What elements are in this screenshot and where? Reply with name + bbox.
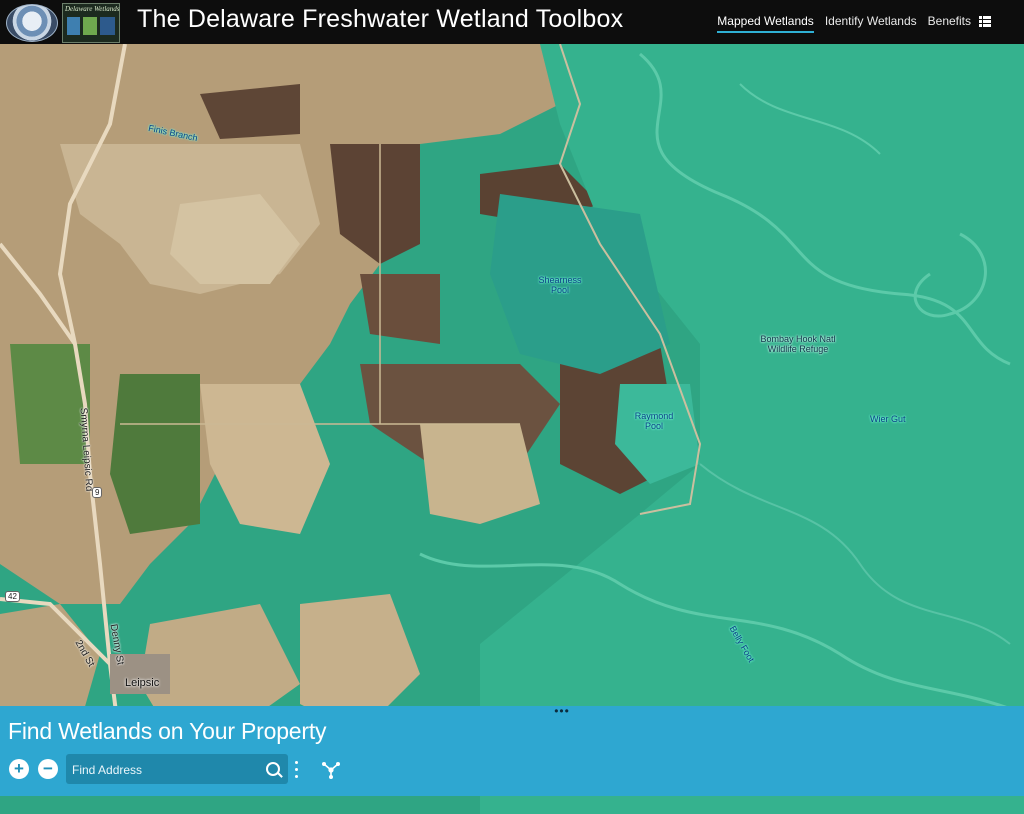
panel-title: Find Wetlands on Your Property [8, 718, 327, 744]
zoom-in-button[interactable]: + [9, 759, 29, 779]
nav-mapped-wetlands[interactable]: Mapped Wetlands [717, 14, 814, 33]
label-bombay-hook: Bombay Hook Natl Wildlife Refuge [760, 334, 836, 354]
address-search [66, 754, 288, 786]
find-address-input[interactable] [66, 754, 264, 786]
logo-tile-2 [83, 17, 97, 35]
map-view[interactable]: Finis Branch Shearness Pool Bombay Hook … [0, 44, 1024, 814]
state-seal-logo[interactable] [6, 4, 58, 42]
label-leipsic: Leipsic [125, 677, 160, 689]
label-wier-gut: Wier Gut [870, 414, 906, 424]
label-shearness-pool: Shearness Pool [538, 275, 582, 295]
logo-tile-3 [100, 17, 115, 35]
nav-identify-wetlands[interactable]: Identify Wetlands [825, 14, 917, 33]
top-nav: Mapped Wetlands Identify Wetlands Benefi… [717, 14, 971, 33]
search-icon[interactable] [266, 762, 280, 776]
share-location-icon[interactable] [321, 761, 341, 779]
route-42-shield: 42 [5, 591, 20, 602]
page-title: The Delaware Freshwater Wetland Toolbox [137, 5, 624, 33]
route-9-shield: 9 [92, 487, 103, 498]
nav-benefits[interactable]: Benefits [928, 14, 971, 33]
logo-tile-1 [67, 17, 80, 35]
zoom-out-button[interactable]: − [38, 759, 58, 779]
delaware-wetlands-logo[interactable]: Delaware Wetlands [62, 3, 120, 43]
panel-resize-handle[interactable]: ••• [550, 705, 574, 717]
app-header: Delaware Wetlands The Delaware Freshwate… [0, 0, 1024, 44]
find-wetlands-panel: ••• Find Wetlands on Your Property + − [0, 705, 1024, 796]
logo-text: Delaware Wetlands [65, 5, 120, 13]
more-options-icon[interactable] [295, 761, 299, 779]
list-menu-icon[interactable] [979, 16, 991, 27]
label-raymond-pool: Raymond Pool [634, 411, 674, 431]
satellite-map [0, 44, 1024, 814]
